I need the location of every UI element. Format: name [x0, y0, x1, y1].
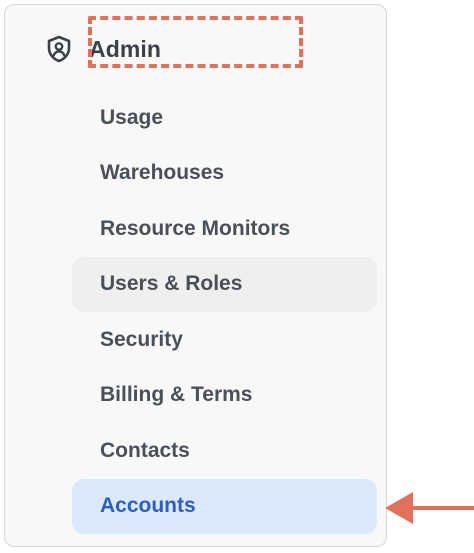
pointer-arrow-icon [385, 492, 474, 524]
nav-item-usage[interactable]: Usage [72, 90, 377, 146]
nav-item-warehouses[interactable]: Warehouses [72, 146, 377, 202]
shield-user-icon [43, 33, 75, 65]
admin-nav-list: Usage Warehouses Resource Monitors Users… [72, 90, 377, 534]
nav-item-label: Billing & Terms [100, 383, 253, 407]
nav-item-label: Warehouses [100, 161, 225, 185]
nav-item-label: Contacts [100, 438, 190, 462]
nav-item-security[interactable]: Security [72, 312, 377, 368]
nav-item-resource-monitors[interactable]: Resource Monitors [72, 201, 377, 257]
nav-item-label: Accounts [100, 494, 196, 518]
nav-item-label: Users & Roles [100, 272, 243, 296]
nav-item-contacts[interactable]: Contacts [72, 423, 377, 479]
nav-item-users-roles[interactable]: Users & Roles [72, 256, 377, 312]
nav-item-label: Usage [100, 105, 164, 129]
nav-item-label: Security [100, 327, 183, 351]
nav-item-accounts[interactable]: Accounts [72, 478, 377, 534]
nav-item-billing-terms[interactable]: Billing & Terms [72, 368, 377, 424]
nav-item-label: Resource Monitors [100, 216, 291, 240]
admin-highlight-annotation [88, 16, 303, 68]
admin-sidebar-panel: Admin Usage Warehouses Resource Monitors… [4, 4, 387, 547]
